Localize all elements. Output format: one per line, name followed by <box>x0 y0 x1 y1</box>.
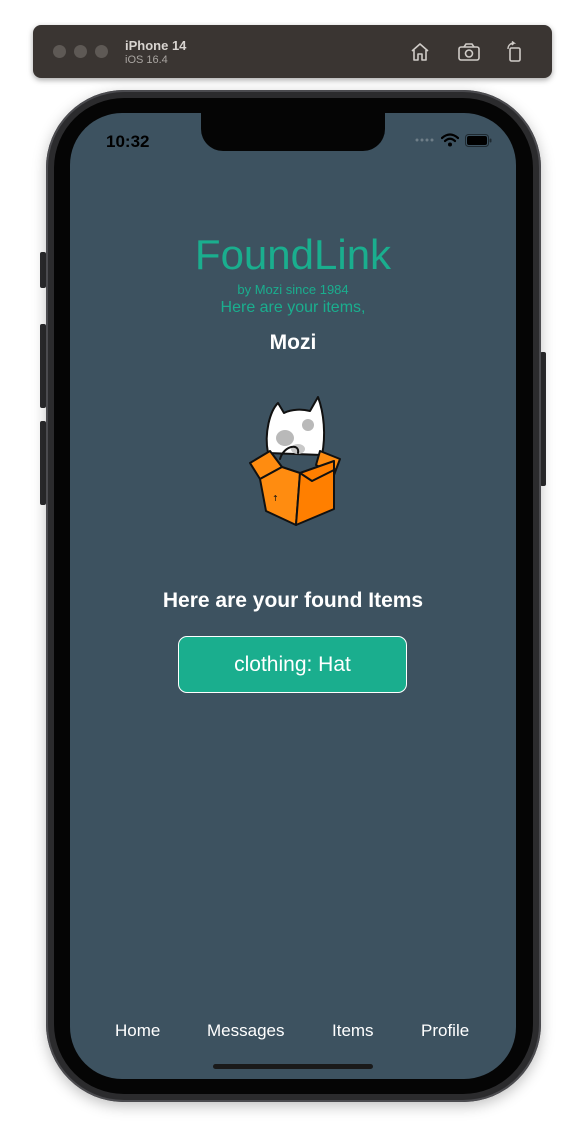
found-item-button[interactable]: clothing: Hat <box>178 636 407 693</box>
window-zoom-button[interactable] <box>95 45 108 58</box>
simulator-device-name: iPhone 14 <box>125 38 187 53</box>
window-minimize-button[interactable] <box>74 45 87 58</box>
battery-icon <box>465 133 492 147</box>
svg-text:↑: ↑ <box>272 494 279 503</box>
brand-title: FoundLink <box>194 231 392 278</box>
rotate-button[interactable] <box>502 39 528 65</box>
tab-bar: Home Messages Items Profile <box>70 1021 516 1045</box>
notch <box>201 113 385 151</box>
window-close-button[interactable] <box>53 45 66 58</box>
camera-icon <box>458 43 480 61</box>
cat-in-box-illustration: ↑ <box>249 396 341 526</box>
tab-profile[interactable]: Profile <box>421 1021 469 1041</box>
tab-home[interactable]: Home <box>115 1021 160 1041</box>
signal-icon <box>415 138 434 142</box>
wifi-icon <box>441 133 459 147</box>
simulator-os-version: iOS 16.4 <box>125 54 168 66</box>
tab-messages[interactable]: Messages <box>207 1021 284 1041</box>
tab-items[interactable]: Items <box>332 1021 374 1041</box>
status-time: 10:32 <box>106 132 150 151</box>
phone-screen: 10:32 FoundLink by Mozi since 1984 Here … <box>70 113 516 1079</box>
greeting-text: Here are your items, <box>220 299 366 316</box>
rotate-icon <box>507 41 521 62</box>
screenshot-button[interactable] <box>456 39 482 65</box>
found-items-heading: Here are your found Items <box>162 589 424 612</box>
home-indicator[interactable] <box>213 1064 373 1069</box>
simulator-toolbar: iPhone 14 iOS 16.4 <box>33 25 552 78</box>
brand-byline: by Mozi since 1984 <box>237 282 349 297</box>
status-icons <box>415 133 492 147</box>
username: Mozi <box>269 331 317 354</box>
home-button[interactable] <box>407 39 433 65</box>
home-icon <box>411 43 429 61</box>
